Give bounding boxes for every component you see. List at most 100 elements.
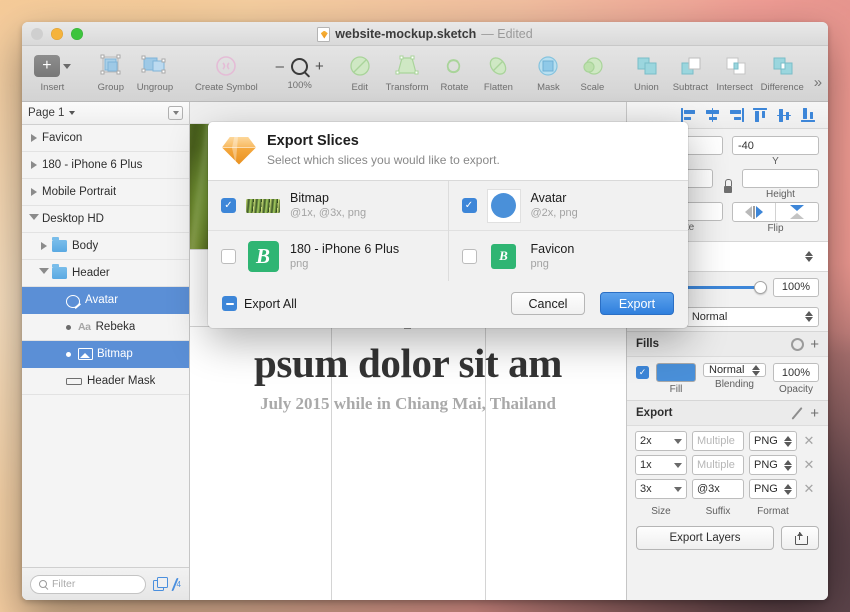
disclosure-expanded-icon[interactable] <box>36 268 52 278</box>
disclosure-expanded-icon[interactable] <box>26 214 42 224</box>
layer-row-180-iphone-6-plus[interactable]: 180 - iPhone 6 Plus <box>22 152 189 179</box>
pencil-icon[interactable] <box>791 407 804 420</box>
page-options-button[interactable] <box>168 106 183 120</box>
remove-row-icon[interactable]: ✕ <box>802 433 816 449</box>
export-layers-button[interactable]: Export Layers <box>636 526 774 550</box>
slice-checkbox[interactable]: ✓ <box>221 198 236 213</box>
stepper-icon[interactable] <box>784 459 792 471</box>
share-export-icon[interactable] <box>781 526 819 550</box>
y-field-group[interactable]: -40 Y <box>732 136 819 167</box>
export-suffix-input[interactable]: Multiple <box>692 455 744 475</box>
slice-row-bitmap[interactable]: ✓ Bitmap @1x, @3x, png <box>208 181 448 231</box>
toolbar-overflow-button[interactable]: » <box>808 74 828 91</box>
layer-row-avatar[interactable]: Avatar <box>22 287 189 314</box>
export-row[interactable]: 1x Multiple PNG ✕ <box>635 455 820 475</box>
toolbar-intersect[interactable]: Intersect <box>712 50 756 93</box>
zoom-out-button[interactable]: – <box>276 59 284 74</box>
stepper-icon[interactable] <box>784 435 792 447</box>
toolbar-create-symbol[interactable]: Create Symbol <box>191 50 262 93</box>
export-format-dropdown[interactable]: PNG <box>749 431 797 451</box>
slice-row-favicon[interactable]: ✓ B Favicon png <box>449 231 689 281</box>
fill-color-swatch[interactable] <box>656 363 696 382</box>
slice-row-avatar[interactable]: ✓ Avatar @2x, png <box>448 181 688 231</box>
layer-row-favicon[interactable]: Favicon <box>22 125 189 152</box>
page-selector[interactable]: Page 1 <box>22 102 189 125</box>
slice-checkbox[interactable]: ✓ <box>461 248 477 264</box>
toolbar-subtract[interactable]: Subtract <box>668 50 712 93</box>
layer-row-header-mask[interactable]: Header Mask <box>22 368 189 395</box>
fill-color-group[interactable]: Fill <box>656 363 696 395</box>
toolbar-group[interactable]: Group <box>89 50 133 93</box>
fill-blending-group[interactable]: Normal Blending <box>703 363 766 390</box>
toolbar-insert[interactable]: + Insert <box>30 50 75 93</box>
export-format-dropdown[interactable]: PNG <box>749 455 797 475</box>
align-top-icon[interactable] <box>753 108 768 122</box>
filter-input[interactable]: Filter <box>30 574 146 594</box>
export-size-dropdown[interactable]: 3x <box>635 479 687 499</box>
toolbar-flatten[interactable]: Flatten <box>476 50 520 93</box>
fill-opacity-value[interactable]: 100% <box>773 363 819 382</box>
opacity-value[interactable]: 100% <box>773 277 819 297</box>
slice-checkbox[interactable]: ✓ <box>461 198 477 213</box>
plus-icon[interactable]: + <box>810 406 819 421</box>
toolbar-transform[interactable]: Transform <box>382 50 433 93</box>
layer-row-rebeka[interactable]: Aa Rebeka <box>22 314 189 341</box>
vector-tool-icon[interactable]: 4 <box>170 577 181 591</box>
stepper-icon[interactable] <box>805 251 813 262</box>
export-slices-dialog[interactable]: Export Slices Select which slices you wo… <box>208 122 688 328</box>
export-size-dropdown[interactable]: 2x <box>635 431 687 451</box>
blending-dropdown[interactable]: Normal <box>685 306 819 327</box>
flip-group[interactable]: Flip <box>732 202 819 234</box>
slice-row-180-iphone-6-plus[interactable]: ✓ B 180 - iPhone 6 Plus png <box>208 231 448 281</box>
disclosure-collapsed-icon[interactable] <box>26 134 42 142</box>
fill-opacity-group[interactable]: 100% Opacity <box>773 363 819 395</box>
cancel-button[interactable]: Cancel <box>511 292 585 315</box>
align-bottom-icon[interactable] <box>801 108 816 122</box>
export-suffix-input[interactable]: @3x <box>692 479 744 499</box>
align-center-horizontal-icon[interactable] <box>705 108 720 122</box>
flip-horizontal-icon[interactable] <box>733 203 776 221</box>
disclosure-collapsed-icon[interactable] <box>36 242 52 250</box>
flip-vertical-icon[interactable] <box>776 203 818 221</box>
export-all-toggle[interactable]: Export All <box>222 296 297 311</box>
toolbar-mask[interactable]: Mask <box>526 50 570 93</box>
export-all-checkbox[interactable] <box>222 296 237 311</box>
align-center-vertical-icon[interactable] <box>777 108 792 122</box>
gear-icon[interactable] <box>791 337 805 351</box>
layer-row-header[interactable]: Header <box>22 260 189 287</box>
export-button[interactable]: Export <box>600 292 674 315</box>
export-suffix-input[interactable]: Multiple <box>692 431 744 451</box>
slice-checkbox[interactable]: ✓ <box>221 248 236 264</box>
disclosure-collapsed-icon[interactable] <box>26 161 42 169</box>
align-right-icon[interactable] <box>729 108 744 122</box>
export-format-dropdown[interactable]: PNG <box>749 479 797 499</box>
toolbar-rotate[interactable]: Rotate <box>432 50 476 93</box>
opacity-slider-knob[interactable] <box>754 280 767 294</box>
toolbar-difference[interactable]: Difference <box>757 50 808 93</box>
fill-enabled-checkbox[interactable]: ✓ <box>636 366 649 379</box>
duplicate-artboards-icon[interactable] <box>152 577 168 591</box>
subline-text[interactable]: July 2015 while in Chiang Mai, Thailand <box>190 394 626 414</box>
layer-row-bitmap[interactable]: Bitmap <box>22 341 189 368</box>
remove-row-icon[interactable]: ✕ <box>802 481 816 497</box>
headline-text[interactable]: psum dolor sit am <box>190 339 626 387</box>
layer-row-body[interactable]: Body <box>22 233 189 260</box>
stepper-icon[interactable] <box>752 364 760 376</box>
zoom-magnifier-icon[interactable] <box>290 57 308 75</box>
toolbar-scale[interactable]: Scale <box>570 50 614 93</box>
plus-icon[interactable]: + <box>810 337 819 352</box>
fill-row[interactable]: ✓ Fill Normal Blending 100% Opacity <box>627 357 828 401</box>
height-input[interactable] <box>742 169 819 188</box>
stepper-icon[interactable] <box>784 483 792 495</box>
height-field-group[interactable]: Height <box>742 169 819 200</box>
fill-blending-dropdown[interactable]: Normal <box>703 363 766 377</box>
toolbar-ungroup[interactable]: Ungroup <box>133 50 177 93</box>
export-row[interactable]: 3x @3x PNG ✕ <box>635 479 820 499</box>
layers-list[interactable]: Favicon 180 - iPhone 6 Plus Mobile Portr… <box>22 125 189 567</box>
lock-proportions-icon[interactable] <box>722 179 733 193</box>
y-input[interactable]: -40 <box>732 136 819 155</box>
stepper-icon[interactable] <box>805 311 813 322</box>
layer-row-desktop-hd[interactable]: Desktop HD <box>22 206 189 233</box>
toolbar-zoom-group[interactable]: – + 100% <box>276 50 324 91</box>
align-left-icon[interactable] <box>681 108 696 122</box>
